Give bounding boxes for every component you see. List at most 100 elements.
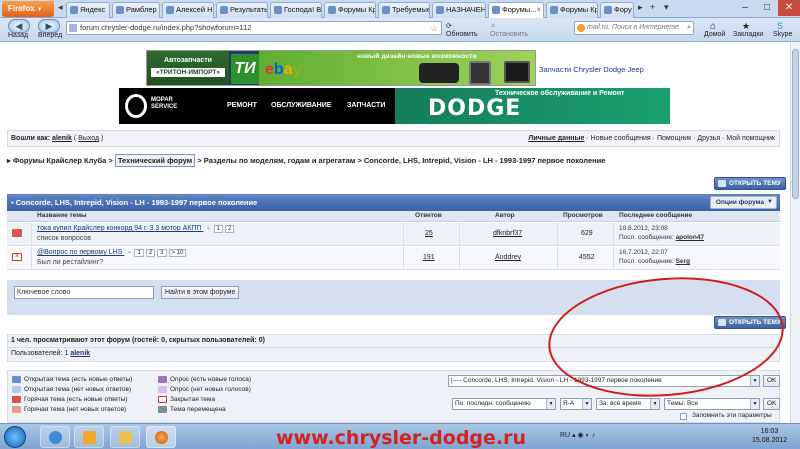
profile-link[interactable]: Личные данные — [528, 135, 584, 142]
dodge-panel[interactable]: Техническое обслуживание и Ремонт DODGE — [395, 88, 670, 124]
sort-by-select[interactable]: По: последн. сообщению ▼ — [452, 398, 556, 410]
taskbar-media[interactable] — [74, 426, 104, 448]
page-link-2[interactable]: 2 — [224, 225, 235, 233]
maximize-icon[interactable]: □ — [756, 0, 778, 16]
search-forum-button[interactable]: Найти в этом форуме — [161, 286, 240, 299]
clock[interactable]: 16:03 15.08.2012 — [752, 427, 787, 445]
reload-icon[interactable]: ⟳ — [446, 22, 452, 30]
taskbar-firefox[interactable] — [146, 426, 176, 448]
sort-order-select[interactable]: Я-А ▼ — [560, 398, 592, 410]
topics-filter-select[interactable]: Темы: Все ▼ — [664, 398, 760, 410]
new-topic-button-top[interactable]: ОТКРЫТЬ ТЕМУ — [714, 177, 786, 190]
tab-gospoda[interactable]: Господа! В... — [270, 2, 322, 18]
repair-link[interactable]: РЕМОНТ — [227, 102, 257, 109]
search-input[interactable]: mail.ru: Поиск в Интернете ⌕ — [574, 21, 694, 35]
stop-icon[interactable]: ✕ — [490, 22, 496, 30]
topic-title-link[interactable]: тока купил Крайслер конкорд 94 г. 3.3 мо… — [37, 225, 235, 233]
tab-forums-2[interactable]: Форумы Кр... — [546, 2, 598, 18]
reload-label[interactable]: Обновить — [446, 31, 478, 38]
list-tabs-icon[interactable]: ▾ — [664, 2, 669, 13]
time-range-select[interactable]: За: все время ▼ — [596, 398, 660, 410]
back-arrow-icon[interactable]: ◀ — [8, 19, 30, 33]
last-post-date[interactable]: 16.7.2012, 22:07 — [619, 249, 668, 256]
page-link-last[interactable]: > 10 — [168, 249, 187, 257]
chrysler-parts-link[interactable]: Запчасти Chrysler Dodge Jeep — [539, 65, 644, 74]
tab-forums-active[interactable]: Форумы... × — [488, 2, 544, 18]
helper-link[interactable]: Помощник — [657, 135, 691, 142]
service-link[interactable]: ОБСЛУЖИВАНИЕ — [271, 102, 331, 109]
minimize-icon[interactable]: – — [734, 0, 756, 16]
search-placeholder[interactable]: mail.ru: Поиск в Интернете — [587, 24, 679, 31]
author-link[interactable]: dfknbrf37 — [493, 230, 522, 237]
breadcrumb-sections[interactable]: Разделы по моделям, годам и агрегатам — [204, 156, 356, 165]
language-indicator[interactable]: RU — [560, 432, 570, 439]
firefox-menu-button[interactable]: Firefox ▼ — [2, 1, 54, 17]
remember-checkbox[interactable] — [680, 413, 687, 420]
page-link-3[interactable]: 3 — [157, 249, 167, 257]
viewer-user-link[interactable]: alenik — [70, 350, 90, 357]
start-button-icon[interactable] — [4, 426, 26, 448]
last-post-author-link[interactable]: Serg — [676, 258, 690, 265]
last-post-date[interactable]: 10.8.2012, 23:08 — [619, 225, 668, 232]
tab-required[interactable]: Требуемые... — [378, 2, 430, 18]
col-last-post[interactable]: Последнее сообщение — [619, 212, 692, 219]
new-posts-link[interactable]: Новые сообщения — [591, 135, 651, 142]
breadcrumb-tech-forum[interactable]: Технический форум — [114, 154, 196, 167]
ad-banner-triton[interactable]: Автозапчасти «ТРИТОН-ИМПОРТ» новый дизайн… — [146, 50, 536, 86]
search-icon[interactable]: ⌕ — [687, 22, 691, 34]
filter-ok-button[interactable]: OK — [763, 398, 781, 410]
taskbar-ie[interactable] — [40, 426, 70, 448]
stop-label[interactable]: Остановить — [490, 31, 528, 38]
close-window-icon[interactable]: ✕ — [778, 0, 800, 16]
new-tab-icon[interactable]: + — [650, 2, 655, 12]
bookmark-star-icon[interactable]: ☆ — [430, 22, 438, 34]
close-tab-icon[interactable]: × — [536, 3, 541, 17]
address-bar[interactable]: forum.chrysler-dodge.ru/index.php?showfo… — [66, 21, 442, 35]
forward-arrow-icon[interactable]: ▶ — [38, 19, 60, 33]
tab-forums-1[interactable]: Форумы Кр... — [324, 2, 376, 18]
tab-scroll-right-icon[interactable]: ▸ — [638, 2, 643, 13]
tab-rambler[interactable]: Рамблер — [112, 2, 160, 18]
vertical-scrollbar[interactable] — [790, 43, 800, 423]
col-replies[interactable]: Ответов — [415, 212, 442, 219]
last-post-author-link[interactable]: apolon47 — [676, 234, 705, 241]
topic-title-link[interactable]: @Вопрос по первому LHS ▫ 1 2 3 > 10 — [37, 249, 187, 257]
page-link-1[interactable]: 1 — [213, 225, 223, 233]
tab-aleksey[interactable]: Алексей Н... — [162, 2, 214, 18]
username-link[interactable]: alenik — [52, 135, 72, 142]
forward-label[interactable]: Вперёд — [38, 32, 62, 39]
skype-icon[interactable]: S — [777, 21, 783, 31]
tab-results[interactable]: Результаты... — [216, 2, 268, 18]
tab-assigned[interactable]: НАЗНАЧЕН... — [432, 2, 486, 18]
url-text[interactable]: forum.chrysler-dodge.ru/index.php?showfo… — [80, 23, 251, 32]
new-topic-button-bottom[interactable]: ОТКРЫТЬ ТЕМУ — [714, 316, 786, 329]
bookmarks-label[interactable]: Закладки — [733, 31, 763, 38]
page-link-1[interactable]: 1 — [134, 249, 144, 257]
col-views[interactable]: Просмотров — [563, 212, 603, 219]
tab-scroll-left-icon[interactable]: ◂ — [58, 2, 63, 13]
col-topic[interactable]: Название темы — [37, 212, 87, 219]
tab-forums-3[interactable]: Фору — [600, 2, 634, 18]
my-helper-link[interactable]: Мой помощник — [726, 135, 775, 142]
forum-jump-select[interactable]: |---- Concorde, LHS, Intrepid, Vision - … — [448, 375, 760, 387]
author-link[interactable]: Anddrey — [495, 254, 521, 261]
back-label[interactable]: Назад — [8, 32, 28, 39]
replies-count[interactable]: 25 — [425, 230, 433, 237]
keyword-input[interactable]: Ключевое слово — [14, 286, 154, 299]
home-label[interactable]: Домой — [704, 31, 725, 38]
last-post-author: Посл. сообщение: apolon47 — [619, 234, 705, 241]
friends-link[interactable]: Друзья — [697, 135, 720, 142]
jump-ok-button[interactable]: OK — [763, 375, 781, 387]
forum-options-button[interactable]: Опции форума ▼ — [709, 196, 777, 209]
remember-label[interactable]: Запомнить эти параметры — [692, 412, 772, 419]
replies-count[interactable]: 191 — [423, 254, 435, 261]
logout-link[interactable]: Выход — [78, 135, 99, 142]
tab-yandex[interactable]: Яндекс — [66, 2, 110, 18]
col-author[interactable]: Автор — [495, 212, 515, 219]
scrollbar-thumb[interactable] — [792, 49, 799, 199]
page-link-2[interactable]: 2 — [145, 249, 156, 257]
breadcrumb-forums[interactable]: Форумы Крайслер Клуба — [13, 156, 106, 165]
skype-label[interactable]: Skype — [773, 31, 792, 38]
parts-link[interactable]: ЗАПЧАСТИ — [347, 102, 385, 109]
taskbar-explorer[interactable] — [110, 426, 140, 448]
